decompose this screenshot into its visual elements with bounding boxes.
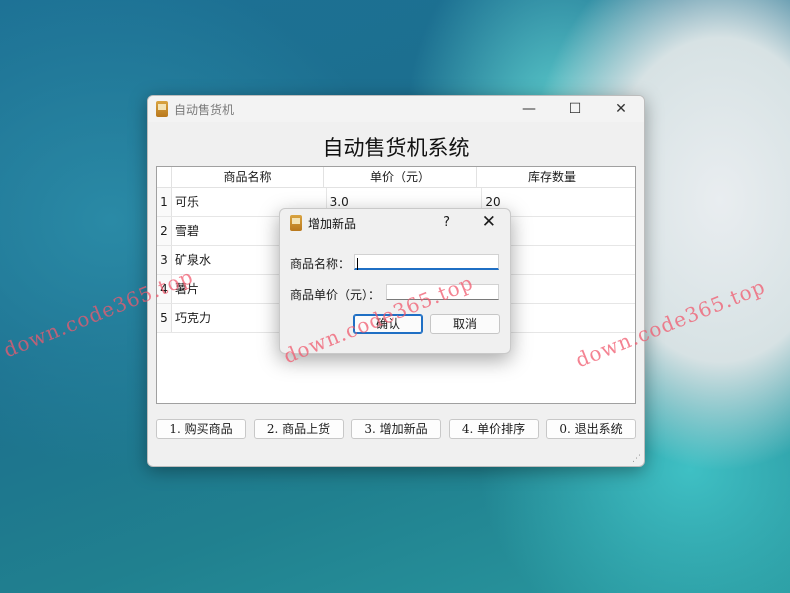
corner-header xyxy=(157,167,172,187)
row-index[interactable]: 1 xyxy=(157,188,172,216)
column-header-name[interactable]: 商品名称 xyxy=(172,167,324,187)
main-titlebar[interactable]: 自动售货机 — ☐ ✕ xyxy=(148,96,644,122)
close-icon: ✕ xyxy=(615,101,627,117)
exit-system-button[interactable]: 0. 退出系统 xyxy=(546,419,636,439)
vending-machine-icon xyxy=(290,215,302,231)
name-row: 商品名称： xyxy=(290,255,354,272)
price-row: 商品单价（元）： xyxy=(290,286,400,303)
buy-product-button[interactable]: 1. 购买商品 xyxy=(156,419,246,439)
action-bar: 1. 购买商品 2. 商品上货 3. 增加新品 4. 单价排序 0. 退出系统 xyxy=(156,419,636,439)
maximize-button[interactable]: ☐ xyxy=(552,96,598,122)
page-title: 自动售货机系统 xyxy=(322,136,470,160)
dialog-titlebar[interactable]: 增加新品 ? ✕ xyxy=(280,209,510,237)
column-header-stock[interactable]: 库存数量 xyxy=(477,167,627,187)
row-index[interactable]: 5 xyxy=(157,304,172,332)
cancel-button[interactable]: 取消 xyxy=(430,314,500,334)
resize-grip-icon[interactable]: ⋰ xyxy=(632,454,641,464)
price-label: 商品单价（元）： xyxy=(290,288,381,302)
window-title: 自动售货机 xyxy=(174,102,235,117)
dialog-title: 增加新品 xyxy=(308,216,357,231)
dialog-close-icon[interactable]: ✕ xyxy=(482,212,496,232)
restock-button[interactable]: 2. 商品上货 xyxy=(253,419,344,439)
table-header: 商品名称 单价（元） 库存数量 xyxy=(157,167,635,188)
text-caret xyxy=(357,257,358,270)
minimize-icon: — xyxy=(522,101,536,117)
close-button[interactable]: ✕ xyxy=(598,96,644,122)
add-product-button[interactable]: 3. 增加新品 xyxy=(351,419,441,439)
help-icon[interactable]: ? xyxy=(443,215,450,230)
minimize-button[interactable]: — xyxy=(506,96,552,122)
sort-by-price-button[interactable]: 4. 单价排序 xyxy=(448,419,539,439)
maximize-icon: ☐ xyxy=(568,101,582,117)
vending-machine-icon xyxy=(156,101,168,117)
column-header-price[interactable]: 单价（元） xyxy=(324,167,477,187)
row-index[interactable]: 2 xyxy=(157,217,172,245)
product-name-input[interactable] xyxy=(354,254,499,270)
row-index[interactable]: 3 xyxy=(157,246,172,274)
name-label: 商品名称： xyxy=(290,257,351,271)
